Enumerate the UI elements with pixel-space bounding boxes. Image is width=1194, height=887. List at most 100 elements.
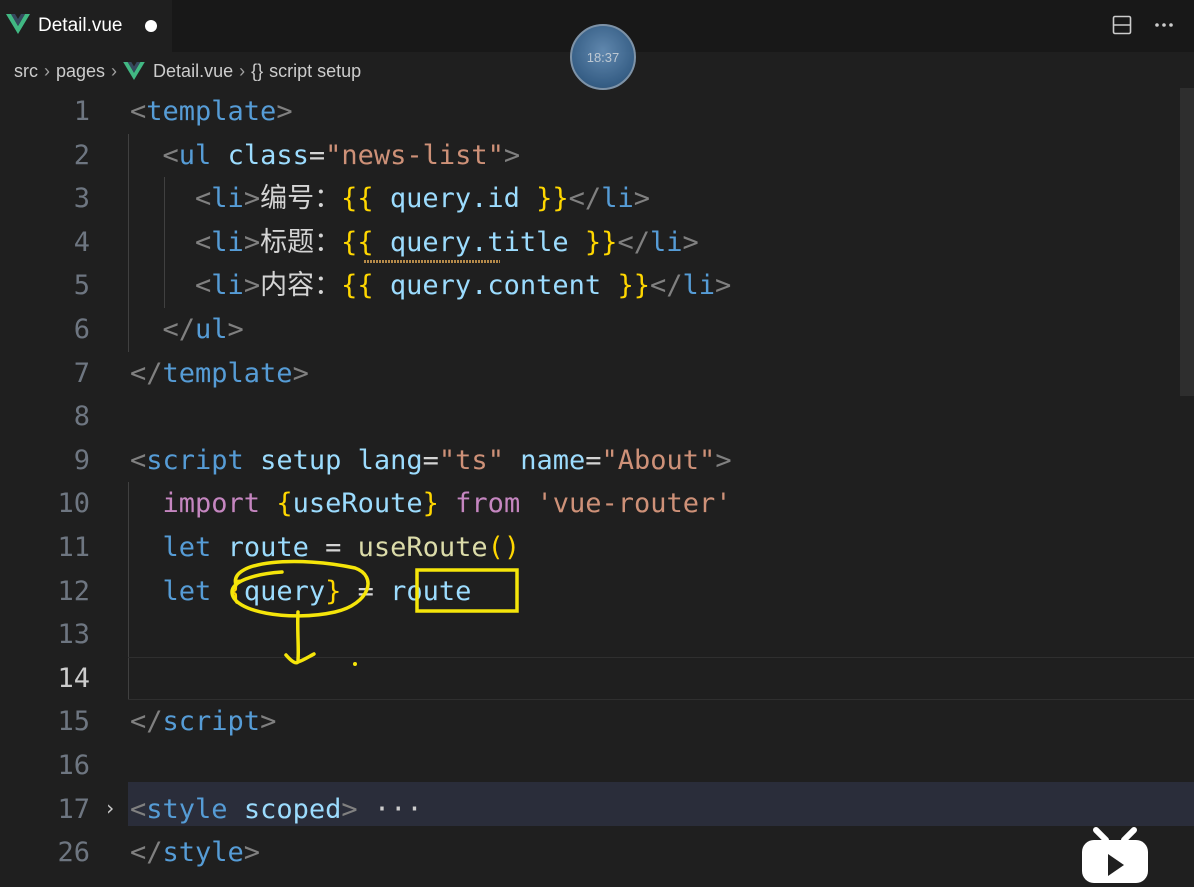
- code-line[interactable]: 2 <ul class="news-list">: [0, 134, 1194, 178]
- code-text: </style>: [130, 831, 260, 875]
- code-token: >: [633, 183, 650, 215]
- code-token: >: [227, 314, 244, 345]
- code-line[interactable]: 12 let {query} = route: [0, 570, 1194, 614]
- line-number: 3: [73, 183, 90, 215]
- line-number: 8: [73, 401, 90, 433]
- code-token: ···: [357, 793, 423, 825]
- code-token: </: [568, 183, 602, 215]
- code-token: class: [227, 139, 309, 171]
- recording-clock-overlay: 18:37: [570, 24, 636, 90]
- code-token: =: [422, 444, 439, 476]
- line-number: 15: [57, 706, 90, 738]
- code-text: <li>编号：{{ query.id }}</li>: [130, 177, 650, 221]
- code-token: =: [341, 575, 391, 607]
- code-token: >: [243, 270, 261, 302]
- code-line[interactable]: 14: [0, 657, 1194, 701]
- code-token: }: [422, 488, 439, 520]
- code-token: <: [130, 793, 147, 825]
- tab-actions: [1110, 13, 1176, 37]
- code-line[interactable]: 26 </style>: [0, 831, 1194, 875]
- line-number: 14: [57, 662, 90, 694]
- code-token: >: [276, 96, 293, 127]
- code-token: li: [682, 270, 715, 302]
- code-line[interactable]: 15 </script>: [0, 700, 1194, 744]
- code-token: }}: [617, 270, 650, 302]
- code-token: script: [162, 706, 261, 738]
- line-number: 12: [57, 575, 90, 607]
- code-token: >: [292, 357, 309, 389]
- code-token: useRoute: [357, 532, 488, 563]
- code-token: >: [260, 706, 277, 738]
- line-number: 2: [73, 139, 90, 171]
- code-token: route: [390, 575, 472, 607]
- line-number: 26: [57, 837, 90, 869]
- code-line[interactable]: 8: [0, 395, 1194, 439]
- line-number: 4: [73, 226, 90, 258]
- code-token: </: [162, 314, 196, 345]
- code-token: setup: [260, 444, 342, 476]
- code-token: >: [714, 270, 732, 302]
- more-actions-icon[interactable]: [1152, 13, 1176, 37]
- line-number: 10: [57, 488, 90, 520]
- breadcrumb-item-file[interactable]: Detail.vue: [153, 61, 233, 82]
- code-line[interactable]: 6 </ul>: [0, 308, 1194, 352]
- code-token: >: [503, 139, 521, 171]
- code-token: </: [649, 270, 683, 302]
- code-token: 标题：: [260, 226, 342, 258]
- code-line[interactable]: 4 <li>标题：{{ query.title }}</li>: [0, 221, 1194, 265]
- code-line[interactable]: 11 let route = useRoute(): [0, 526, 1194, 570]
- code-token: ul: [195, 314, 228, 345]
- vertical-scrollbar[interactable]: [1180, 88, 1194, 396]
- code-token: {{: [341, 270, 374, 302]
- split-editor-icon[interactable]: [1110, 13, 1134, 37]
- line-number: 11: [57, 532, 90, 563]
- code-line[interactable]: 17 › <style scoped> ···: [0, 788, 1194, 832]
- code-token: {: [276, 488, 293, 520]
- code-line[interactable]: 5 <li>内容：{{ query.content }}</li>: [0, 264, 1194, 308]
- code-token: =: [585, 444, 602, 476]
- code-token: template: [146, 96, 277, 127]
- code-text: <style scoped> ···: [130, 788, 423, 832]
- fold-chevron-icon[interactable]: ›: [104, 796, 116, 820]
- vue-icon: [6, 14, 30, 38]
- breadcrumb-item-pages[interactable]: pages: [56, 61, 105, 82]
- code-token: <: [130, 96, 147, 127]
- code-token: from: [455, 488, 521, 520]
- code-token: li: [211, 183, 244, 215]
- breadcrumb-item-src[interactable]: src: [14, 61, 38, 82]
- code-token: li: [211, 270, 244, 302]
- code-token: li: [211, 226, 244, 258]
- code-token: </: [130, 357, 163, 389]
- line-number: 9: [73, 444, 90, 476]
- code-line[interactable]: 7 </template>: [0, 352, 1194, 396]
- code-line[interactable]: 3 <li>编号：{{ query.id }}</li>: [0, 177, 1194, 221]
- breadcrumb-symbol[interactable]: script setup: [269, 61, 361, 82]
- code-token: >: [243, 837, 261, 869]
- line-number: 13: [57, 619, 90, 651]
- code-token: <: [162, 139, 179, 171]
- code-text: let route = useRoute(): [130, 526, 521, 570]
- code-token: =: [308, 139, 326, 171]
- code-line[interactable]: 10 import {useRoute} from 'vue-router': [0, 482, 1194, 526]
- code-line[interactable]: 16: [0, 744, 1194, 788]
- code-token: >: [341, 793, 358, 825]
- code-line[interactable]: 13: [0, 613, 1194, 657]
- code-text: </template>: [130, 352, 309, 396]
- code-token: useRoute: [292, 488, 423, 520]
- code-token: template: [162, 357, 293, 389]
- code-line[interactable]: 9 <script setup lang="ts" name="About">: [0, 439, 1194, 483]
- code-editor[interactable]: 1 <template> 2 <ul class="news-list"> 3 <li…: [0, 90, 1194, 883]
- code-text: <li>内容：{{ query.content }}</li>: [130, 264, 731, 308]
- code-token: >: [243, 226, 261, 258]
- bilibili-tv-icon: [1080, 826, 1150, 883]
- unsaved-dot-icon[interactable]: [144, 20, 157, 32]
- code-line[interactable]: 1 <template>: [0, 90, 1194, 134]
- tab-detail-vue[interactable]: Detail.vue: [0, 0, 172, 52]
- code-token: style: [162, 837, 244, 869]
- code-token: let: [162, 532, 212, 563]
- code-token: {{: [341, 226, 374, 258]
